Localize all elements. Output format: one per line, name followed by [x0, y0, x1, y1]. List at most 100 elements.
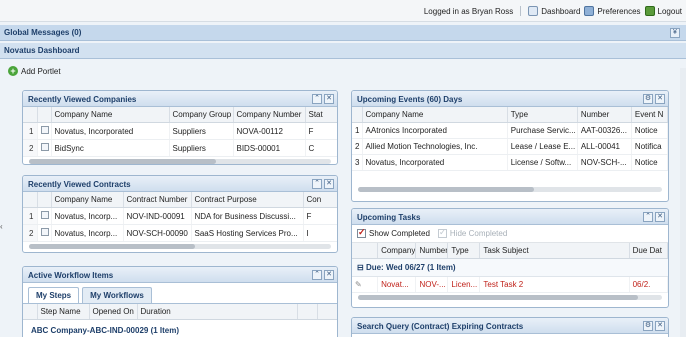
close-icon[interactable]: ✕	[324, 94, 334, 104]
column-header[interactable]: Number	[415, 243, 449, 259]
record-icon	[40, 126, 49, 134]
workflow-group[interactable]: ABC Company-ABC-IND-00029 (1 Item)	[23, 320, 337, 337]
portlet-title: Upcoming Events (60) Days	[357, 95, 463, 104]
task-subject[interactable]: Test Task 2	[479, 277, 630, 293]
company-number: BIDS-00001	[233, 139, 306, 157]
horizontal-scrollbar[interactable]	[358, 295, 662, 300]
event-number: NOV-SCH-...	[577, 154, 632, 171]
column-header	[23, 107, 38, 123]
minimize-icon[interactable]: ⌃	[312, 94, 322, 104]
close-icon[interactable]: ✕	[655, 321, 665, 331]
close-icon[interactable]: ✕	[324, 179, 334, 189]
column-header[interactable]: Duration	[137, 304, 298, 320]
preferences-icon	[584, 6, 595, 16]
company-name[interactable]: Novatus, Incorporated	[51, 122, 170, 140]
table-row[interactable]: 1 Novatus, Incorp... NOV-IND-00091 NDA f…	[23, 207, 337, 225]
row-select[interactable]	[37, 122, 52, 140]
column-header[interactable]: Company Name	[51, 107, 170, 123]
table-row[interactable]: 3 Novatus, Incorporated License / Softw.…	[352, 154, 668, 171]
column-header[interactable]: Step Name	[37, 304, 90, 320]
company-name[interactable]: Novatus, Incorp...	[51, 224, 124, 242]
tab-my-workflows[interactable]: My Workflows	[82, 287, 152, 303]
expand-icon[interactable]: ⊟	[357, 263, 366, 272]
scrollbar-thumb[interactable]	[358, 295, 638, 300]
collapse-left-icon[interactable]: ‹	[0, 222, 4, 231]
column-header[interactable]: Company Name	[362, 107, 508, 123]
column-header[interactable]: Type	[507, 107, 578, 123]
logged-in-label: Logged in as Bryan Ross	[423, 6, 514, 16]
company-number: NOVA-00112	[233, 122, 306, 140]
column-header[interactable]: Company	[377, 243, 417, 259]
column-header[interactable]: Company Group	[169, 107, 234, 123]
row-select[interactable]	[37, 224, 52, 242]
company-name[interactable]: Novatus, Incorp...	[51, 207, 124, 225]
scrollbar-thumb[interactable]	[29, 159, 217, 164]
row-number: 1	[352, 122, 363, 139]
scrollbar-thumb[interactable]	[29, 244, 196, 249]
global-messages-toggle-icon[interactable]: ¥	[670, 28, 680, 38]
recent-contracts-table: Company Name Contract Number Contract Pu…	[23, 192, 337, 242]
column-header[interactable]: Company Number	[233, 107, 306, 123]
tab-my-steps[interactable]: My Steps	[28, 287, 80, 303]
contract-con: F	[303, 207, 337, 225]
company-status: F	[305, 122, 337, 140]
company-name[interactable]: Allied Motion Technologies, Inc.	[362, 138, 508, 155]
table-row[interactable]: 2 BidSync Suppliers BIDS-00001 C	[23, 139, 337, 157]
table-row[interactable]: 2 Allied Motion Technologies, Inc. Lease…	[352, 138, 668, 155]
global-messages-bar[interactable]: Global Messages (0) ¥	[0, 25, 686, 41]
column-header[interactable]: Type	[447, 243, 481, 259]
settings-icon[interactable]: ⚙	[643, 321, 653, 331]
table-row[interactable]: 1 AAtronics Incorporated Purchase Servic…	[352, 122, 668, 139]
task-company[interactable]: Novat...	[377, 277, 417, 293]
preferences-link[interactable]: Preferences	[584, 6, 641, 16]
event-type: Purchase Servic...	[507, 122, 578, 139]
company-name[interactable]: AAtronics Incorporated	[362, 122, 508, 139]
close-icon[interactable]: ✕	[655, 94, 665, 104]
add-portlet-button[interactable]: + Add Portlet	[8, 66, 61, 76]
divider	[520, 6, 522, 16]
upcoming-tasks-portlet: Upcoming Tasks ⌃ ✕ Show Completed Hide C…	[351, 208, 669, 308]
task-number[interactable]: NOV-...	[415, 277, 449, 293]
horizontal-scrollbar[interactable]	[358, 187, 662, 192]
contract-number: NOV-IND-00091	[123, 207, 192, 225]
close-icon[interactable]: ✕	[324, 270, 334, 280]
show-completed-checkbox[interactable]: Show Completed	[357, 227, 430, 238]
column-header	[317, 304, 337, 320]
table-row[interactable]: 2 Novatus, Incorp... NOV-SCH-00090 SaaS …	[23, 224, 337, 242]
logout-link[interactable]: Logout	[644, 6, 682, 16]
column-header[interactable]: Contract Number	[123, 192, 192, 208]
column-header[interactable]: Con	[303, 192, 337, 208]
table-row[interactable]: 1 Novatus, Incorporated Suppliers NOVA-0…	[23, 122, 337, 140]
minimize-icon[interactable]: ⌃	[312, 179, 322, 189]
task-edit-icon[interactable]: ✎	[352, 277, 379, 293]
column-header[interactable]: Number	[577, 107, 632, 123]
column-header[interactable]: Stat	[305, 107, 337, 123]
add-portlet-label: Add Portlet	[21, 66, 61, 76]
dashboard-link[interactable]: Dashboard	[528, 6, 580, 16]
company-name[interactable]: Novatus, Incorporated	[362, 154, 508, 171]
scrollbar-thumb[interactable]	[358, 187, 535, 192]
horizontal-scrollbar[interactable]	[29, 244, 331, 249]
column-header[interactable]: Company Name	[51, 192, 124, 208]
column-header[interactable]: Contract Purpose	[191, 192, 304, 208]
logout-label: Logout	[657, 6, 682, 16]
column-header[interactable]: Due Dat	[629, 243, 668, 259]
settings-icon[interactable]: ⚙	[643, 94, 653, 104]
task-group-header[interactable]: ⊟ Due: Wed 06/27 (1 Item)	[352, 259, 668, 277]
row-select[interactable]	[37, 139, 52, 157]
column-header[interactable]: Event N	[631, 107, 668, 123]
page-vertical-scrollbar[interactable]	[680, 68, 686, 337]
close-icon[interactable]: ✕	[655, 212, 665, 222]
column-header[interactable]: Opened On	[89, 304, 138, 320]
event-number: AAT-00326...	[577, 122, 632, 139]
hide-completed-checkbox[interactable]: Hide Completed	[437, 227, 507, 238]
upcoming-tasks-rows: ✎ Novat... NOV-... Licen... Test Task 2 …	[352, 277, 668, 293]
top-bar: Logged in as Bryan Ross Dashboard Prefer…	[0, 0, 686, 22]
column-header[interactable]: Task Subject	[479, 243, 630, 259]
company-name[interactable]: BidSync	[51, 139, 170, 157]
row-select[interactable]	[37, 207, 52, 225]
minimize-icon[interactable]: ⌃	[643, 212, 653, 222]
table-row[interactable]: ✎ Novat... NOV-... Licen... Test Task 2 …	[352, 277, 668, 293]
horizontal-scrollbar[interactable]	[29, 159, 331, 164]
minimize-icon[interactable]: ⌃	[312, 270, 322, 280]
